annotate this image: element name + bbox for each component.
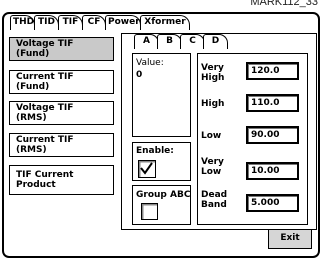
dead-band-label: Dead Band [201, 190, 228, 210]
tab-thd-label: THD [13, 17, 35, 27]
checkmark-icon [140, 162, 153, 175]
group-abc-checkbox[interactable] [141, 203, 158, 220]
tab-tif-label: TIF [62, 17, 79, 27]
tab-phase-a-label: A [143, 36, 150, 46]
side-button-label: TIF Current Product [16, 170, 74, 190]
low-label: Low [201, 131, 222, 141]
very-low-input[interactable]: 10.00 [246, 162, 299, 180]
tab-phase-b-label: B [166, 36, 173, 46]
tab-phase-a[interactable]: A [134, 34, 159, 49]
tab-tif[interactable]: TIF [58, 15, 83, 30]
tab-tid-label: TID [38, 17, 55, 27]
side-button-voltage-tif-fund[interactable]: Voltage TIF (Fund) [9, 37, 114, 61]
side-button-current-tif-rms[interactable]: Current TIF (RMS) [9, 133, 114, 157]
side-button-label: Voltage TIF (Fund) [16, 39, 74, 59]
high-input[interactable]: 110.0 [246, 94, 299, 112]
side-button-tif-current-product[interactable]: TIF Current Product [9, 165, 114, 195]
reference-label: MARK112_33 [250, 0, 318, 8]
tab-power[interactable]: Power [105, 15, 141, 30]
tab-thd[interactable]: THD [10, 15, 35, 30]
tab-tid[interactable]: TID [34, 15, 59, 30]
tab-cf-label: CF [87, 17, 101, 27]
side-button-label: Voltage TIF (RMS) [16, 103, 74, 123]
enable-label: Enable: [136, 146, 174, 156]
tab-phase-c-label: C [189, 36, 196, 46]
tab-cf[interactable]: CF [82, 15, 106, 30]
value-label: Value: [136, 58, 164, 68]
low-input[interactable]: 90.00 [246, 126, 299, 144]
tab-phase-c[interactable]: C [180, 34, 205, 49]
tab-phase-d[interactable]: D [203, 34, 228, 49]
high-label: High [201, 99, 225, 109]
group-abc-label: Group ABC [136, 190, 191, 200]
exit-button[interactable]: Exit [268, 229, 312, 249]
very-high-label: Very High [201, 63, 225, 83]
tab-phase-b[interactable]: B [157, 34, 182, 49]
side-button-label: Current TIF (RMS) [16, 135, 74, 155]
tab-xformer-label: Xformer [144, 17, 186, 27]
dead-band-input[interactable]: 5.000 [246, 194, 299, 212]
side-button-current-tif-fund[interactable]: Current TIF (Fund) [9, 70, 114, 94]
tab-power-label: Power [108, 17, 140, 27]
very-low-label: Very Low [201, 157, 224, 177]
tab-phase-d-label: D [211, 36, 220, 46]
value-readout: 0 [136, 70, 143, 80]
side-button-label: Current TIF (Fund) [16, 72, 74, 92]
tab-xformer[interactable]: Xformer [140, 15, 190, 30]
enable-checkbox[interactable] [138, 160, 156, 178]
side-button-voltage-tif-rms[interactable]: Voltage TIF (RMS) [9, 101, 114, 125]
very-high-input[interactable]: 120.0 [246, 62, 299, 80]
